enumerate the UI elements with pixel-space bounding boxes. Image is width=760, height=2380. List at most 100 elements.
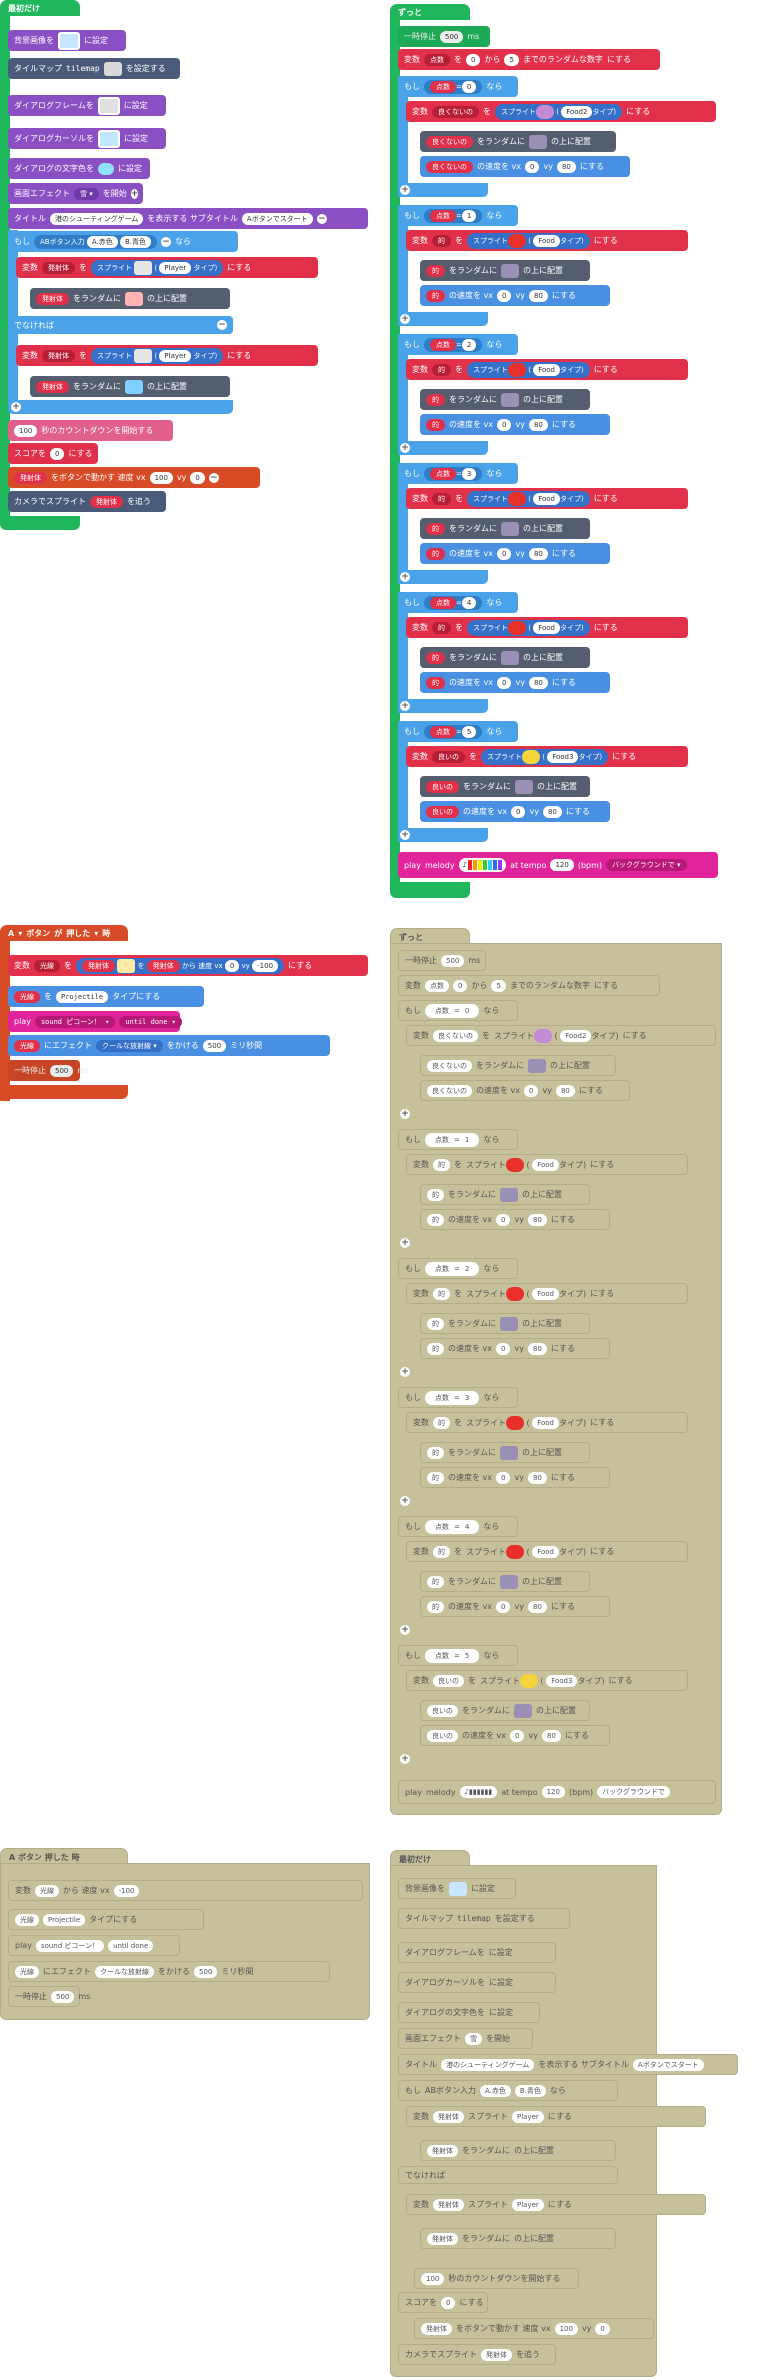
sprite-var-dropdown[interactable]: 的 bbox=[433, 1416, 450, 1429]
kind-field[interactable]: Food bbox=[532, 1417, 560, 1429]
var-reporter[interactable]: 発射体 bbox=[36, 292, 69, 305]
effect-dropdown[interactable]: 雪 ▾ bbox=[74, 187, 99, 200]
case-value[interactable]: 3 bbox=[461, 467, 477, 480]
fruit-sprite-thumb[interactable] bbox=[508, 491, 526, 506]
random-position-block[interactable]: 良いの をランダムに の上に配置 bbox=[420, 776, 590, 797]
vy-value[interactable]: 80 bbox=[541, 1729, 561, 1742]
dialog-text-color-block[interactable]: ダイアログの文字色を に設定 bbox=[8, 158, 150, 179]
projectile-var-dropdown[interactable]: 光線 bbox=[34, 959, 60, 972]
kind-field[interactable]: Food2 bbox=[561, 105, 593, 118]
case-value[interactable]: 5 bbox=[459, 1649, 475, 1662]
vy-value[interactable]: 80 bbox=[528, 676, 548, 689]
case-value[interactable]: 1 bbox=[459, 1133, 475, 1146]
var-name-dropdown[interactable]: 発射体 bbox=[42, 349, 75, 362]
effect-ms-value[interactable]: 500 bbox=[202, 1039, 227, 1052]
set-background-block[interactable]: 背景画像を に設定 bbox=[8, 30, 126, 51]
fruit-sprite-thumb[interactable] bbox=[508, 362, 526, 377]
case-value[interactable]: 2 bbox=[459, 1262, 475, 1275]
add-icon[interactable]: + bbox=[400, 830, 410, 840]
var-reporter[interactable]: 良いの bbox=[426, 805, 459, 818]
title-block[interactable]: タイトル 港のシューティングゲーム を表示する サブタイトル Aボタンでスタート… bbox=[8, 208, 368, 229]
tile-thumb-blue[interactable] bbox=[125, 379, 143, 394]
set-tilemap-block[interactable]: タイルマップ tilemap を設定する bbox=[8, 58, 180, 79]
kind-field[interactable]: Food bbox=[532, 1288, 560, 1300]
case-value[interactable]: 0 bbox=[461, 80, 477, 93]
screen-effect-block[interactable]: 画面エフェクト 雪 ▾ を開始 + bbox=[8, 183, 143, 204]
var-reporter[interactable]: 発射体 bbox=[146, 959, 180, 972]
kind-field[interactable]: Food3 bbox=[547, 750, 579, 763]
start-hat[interactable]: 最初だけ bbox=[0, 0, 80, 16]
a-key-dropdown[interactable]: A bbox=[8, 929, 14, 938]
if-case-0[interactable]: もし 点数 = 0 なら bbox=[398, 76, 518, 97]
score-var-reporter[interactable]: 点数 bbox=[430, 1262, 454, 1275]
fruit-sprite-thumb[interactable] bbox=[522, 749, 540, 764]
random-position-block[interactable]: 的をランダムに の上に配置 bbox=[420, 389, 590, 410]
equals-condition[interactable]: 点数 = 0 bbox=[424, 79, 483, 94]
kind-field[interactable]: Food bbox=[533, 621, 560, 634]
vx-value[interactable]: 0 bbox=[496, 1213, 511, 1226]
sprite-var-dropdown[interactable]: 的 bbox=[433, 1158, 450, 1171]
vy-value[interactable]: 80 bbox=[528, 547, 548, 560]
var-reporter[interactable]: 的 bbox=[427, 1446, 444, 1459]
sprite-reporter[interactable]: スプライト ( Food2 タイプ) bbox=[495, 103, 623, 120]
set-kind-block[interactable]: 光線 を Projectile タイプにする bbox=[8, 986, 204, 1007]
background-dropdown[interactable]: バックグラウンドで ▾ bbox=[606, 859, 687, 871]
add-icon[interactable]: + bbox=[130, 188, 139, 199]
add-icon[interactable]: + bbox=[400, 314, 410, 324]
case-value[interactable]: 5 bbox=[461, 725, 477, 738]
vy-value[interactable]: 80 bbox=[527, 1213, 547, 1226]
score-value[interactable]: 0 bbox=[50, 447, 65, 460]
remove-icon[interactable]: − bbox=[316, 213, 327, 224]
pause-value[interactable]: 500 bbox=[440, 30, 464, 43]
var-reporter[interactable]: 良くないの bbox=[426, 160, 473, 173]
kind-field[interactable]: Food bbox=[532, 1546, 560, 1558]
play-melody-block[interactable]: play melody ♪ at tempo 120 (bpm) バックグラウン… bbox=[398, 852, 718, 878]
sprite-reporter[interactable]: スプライト ( Food タイプ) bbox=[467, 490, 590, 507]
sprite-reporter[interactable]: スプライト ( Food タイプ) bbox=[467, 619, 590, 636]
var-reporter[interactable]: 的 bbox=[426, 522, 445, 535]
kind-field[interactable]: Food bbox=[532, 1159, 560, 1171]
random-position-block[interactable]: 的をランダムに の上に配置 bbox=[420, 260, 590, 281]
add-icon[interactable]: + bbox=[400, 701, 410, 711]
var-reporter[interactable]: 的 bbox=[427, 1600, 444, 1613]
if-ab-block[interactable]: もし ABボタン入力 A.赤色 B.青色 − なら bbox=[8, 231, 238, 252]
kind-field[interactable]: Food2 bbox=[560, 1030, 592, 1042]
score-var-dropdown[interactable]: 点数 bbox=[424, 53, 450, 66]
remove-icon[interactable]: − bbox=[217, 320, 227, 330]
var-reporter[interactable]: 発射体 bbox=[82, 959, 115, 972]
set-velocity-block[interactable]: 良くないの の速度を vx 0 vy 80 にする bbox=[420, 156, 630, 177]
random-score-block[interactable]: 変数 点数 を 0 から 5 までのランダムな数字 にする bbox=[398, 49, 660, 70]
effect-dropdown[interactable]: クールな放射線 ▾ bbox=[96, 1039, 163, 1052]
create-fruit-sprite-block[interactable]: 変数的をスプライト ( Food タイプ) にする bbox=[406, 488, 688, 509]
sprite-var-dropdown[interactable]: 良くないの bbox=[433, 1029, 478, 1042]
random-position-block-2[interactable]: 発射体 をランダムに の上に配置 bbox=[30, 376, 230, 397]
var-reporter[interactable]: 的 bbox=[426, 651, 445, 664]
sprite-var-dropdown[interactable]: 良くないの bbox=[432, 105, 479, 118]
vx-value[interactable]: 0 bbox=[497, 676, 512, 689]
vy-value[interactable]: 80 bbox=[528, 289, 548, 302]
pause-block[interactable]: 一時停止 500 ms bbox=[8, 1060, 89, 1081]
var-reporter[interactable]: 的 bbox=[426, 547, 445, 560]
vx-value[interactable]: 0 bbox=[525, 160, 540, 173]
create-fruit-sprite-block[interactable]: 変数 良くないのをスプライト ( Food2 タイプ) にする bbox=[406, 101, 716, 122]
fruit-sprite-thumb[interactable] bbox=[508, 620, 526, 635]
player-sprite-thumb[interactable] bbox=[134, 348, 153, 363]
subtitle-input[interactable]: Aボタンでスタート bbox=[241, 212, 313, 225]
var-reporter[interactable]: 的 bbox=[426, 393, 445, 406]
sprite-var-dropdown[interactable]: 良いの bbox=[432, 750, 465, 763]
tilemap-thumb[interactable] bbox=[103, 61, 122, 76]
random-position-block[interactable]: 的をランダムに の上に配置 bbox=[420, 518, 590, 539]
tile-thumb[interactable] bbox=[501, 521, 519, 536]
if-case-5[interactable]: もし 点数 = 5 なら bbox=[398, 721, 518, 742]
var-reporter[interactable]: 良いの bbox=[426, 780, 459, 793]
vx-value[interactable]: 0 bbox=[497, 289, 512, 302]
case-value[interactable]: 4 bbox=[459, 1520, 475, 1533]
var-reporter[interactable]: 的 bbox=[427, 1317, 444, 1330]
remove-icon[interactable]: − bbox=[208, 472, 219, 483]
set-projectile-var-block[interactable]: 変数 発射体 を スプライト ( Player タイプ) にする bbox=[16, 257, 318, 278]
kind-field[interactable]: Food bbox=[533, 363, 560, 376]
vx-value[interactable]: 0 bbox=[496, 1342, 511, 1355]
create-fruit-sprite-block[interactable]: 変数的をスプライト ( Food タイプ) にする bbox=[406, 230, 688, 251]
add-icon[interactable]: + bbox=[11, 402, 21, 412]
vx-value[interactable]: 0 bbox=[511, 805, 526, 818]
